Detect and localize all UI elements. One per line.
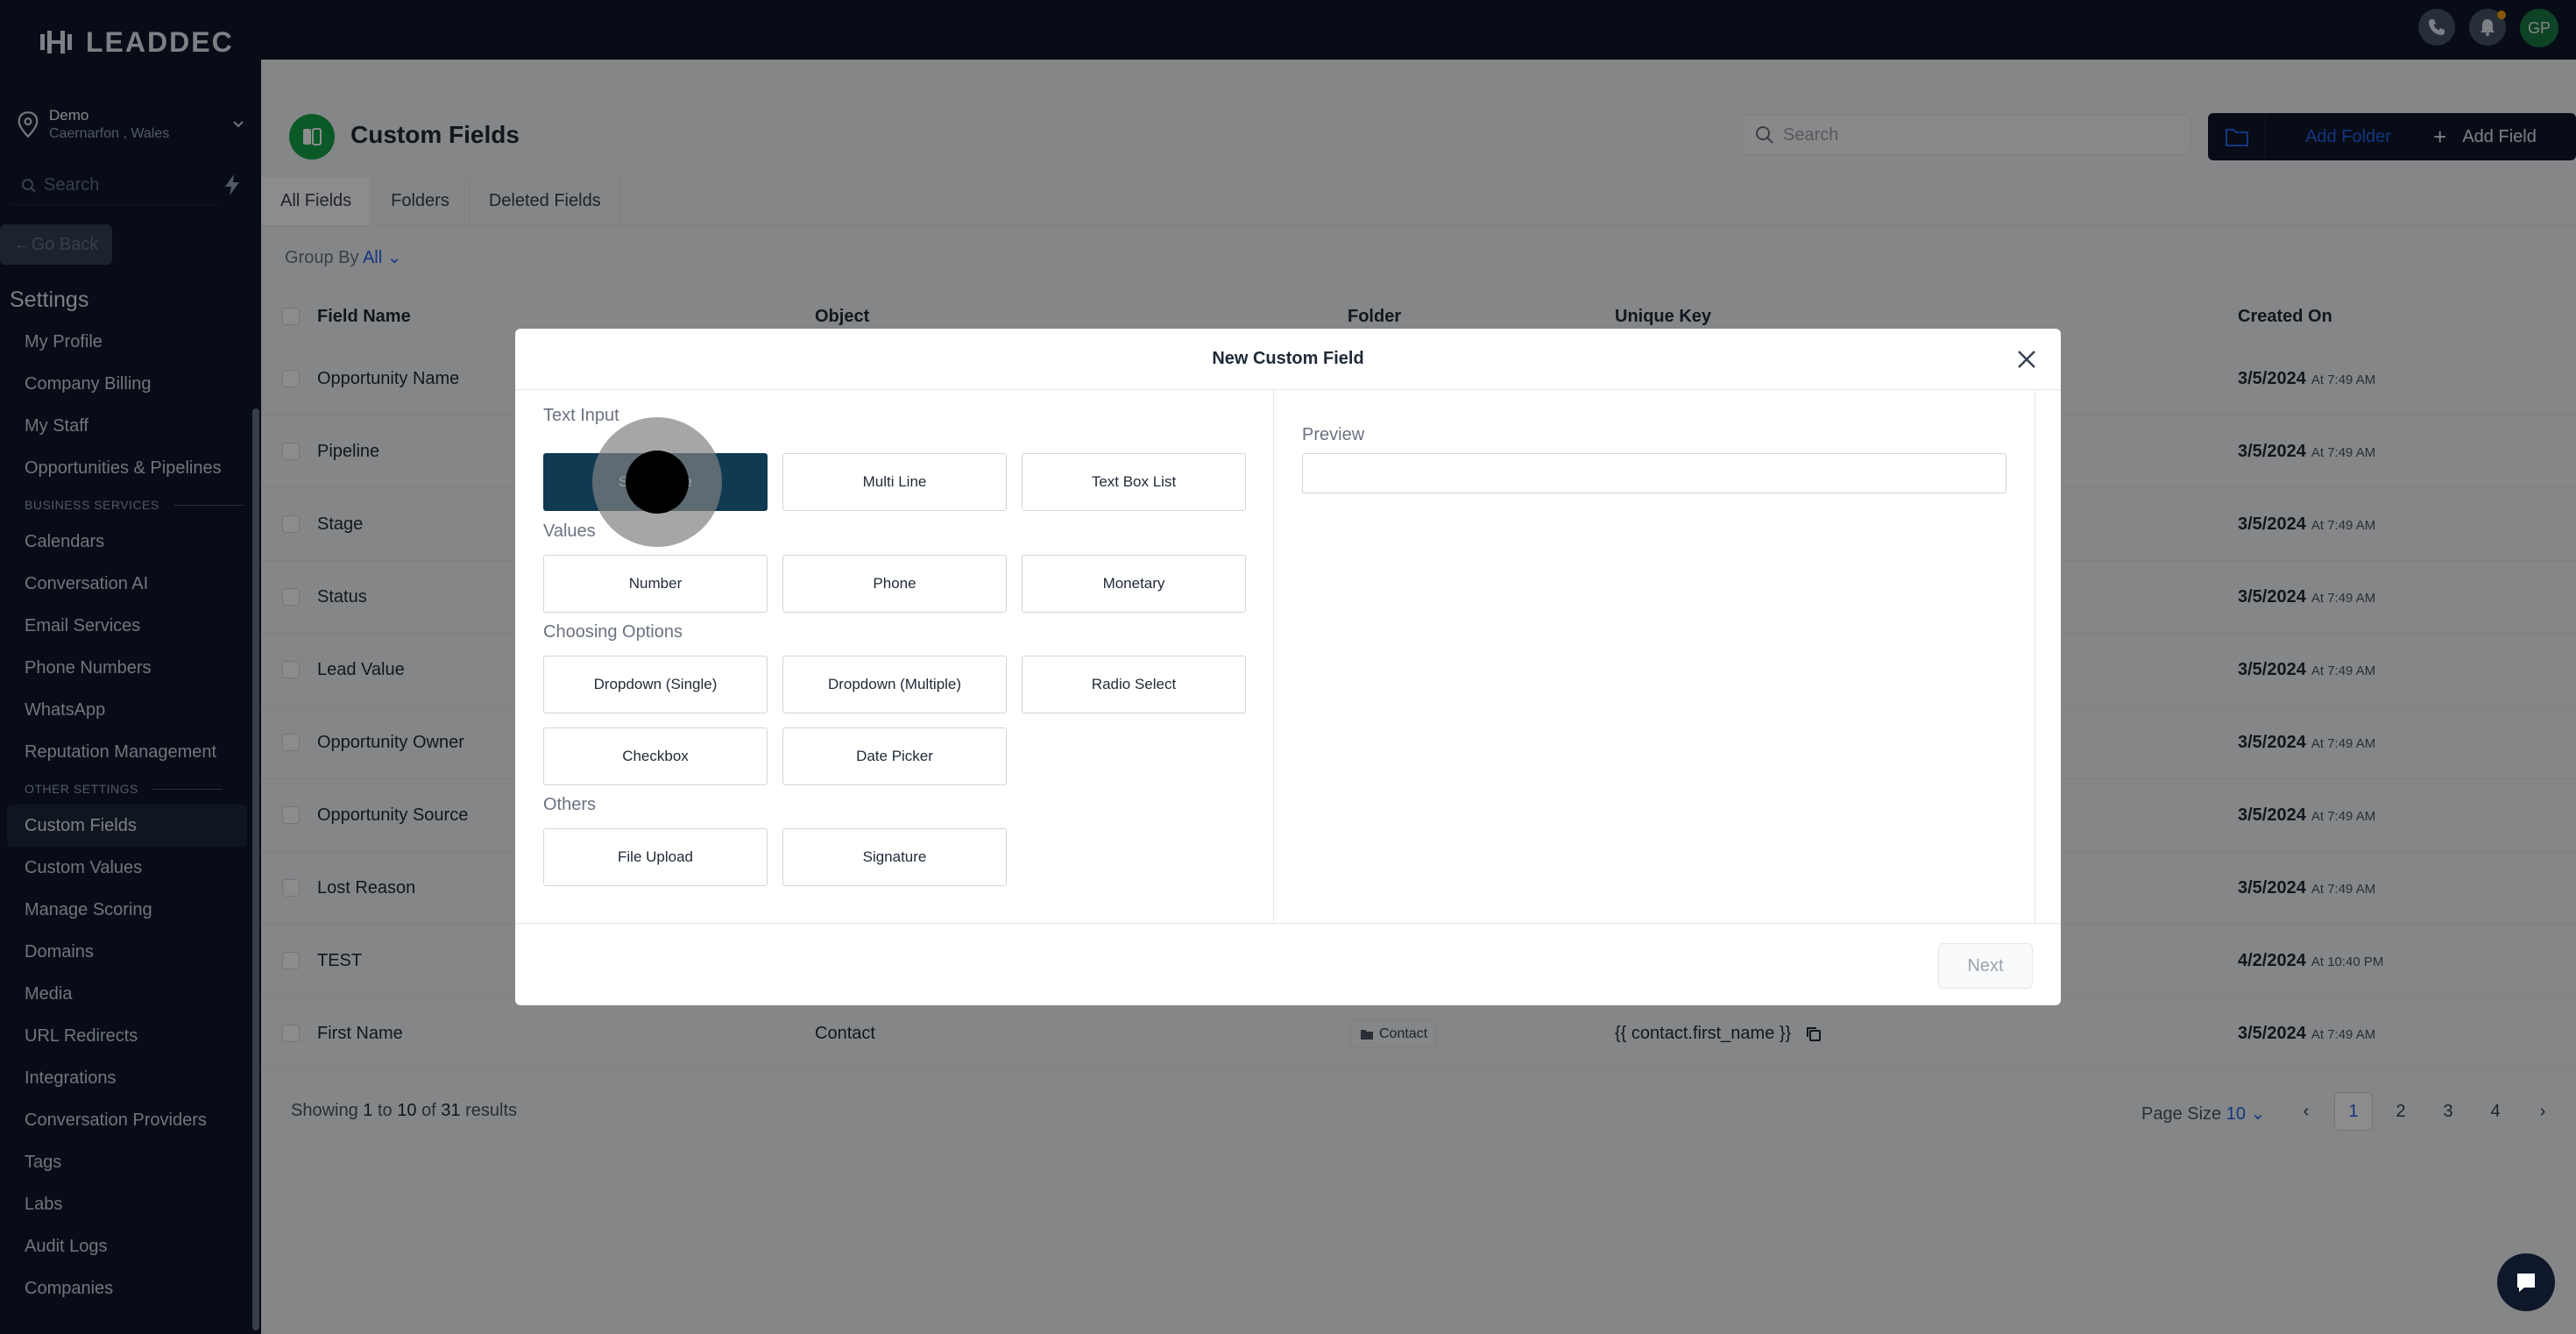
option-date-picker[interactable]: Date Picker — [782, 727, 1007, 785]
option-file-upload[interactable]: File Upload — [543, 828, 768, 886]
preview-panel: Preview — [1274, 390, 2061, 923]
option-radio-select[interactable]: Radio Select — [1022, 656, 1246, 713]
next-button[interactable]: Next — [1938, 943, 2033, 989]
section-others: Others — [543, 795, 597, 814]
chat-icon — [2517, 1274, 2535, 1292]
option-monetary[interactable]: Monetary — [1022, 555, 1246, 613]
chat-widget-button[interactable] — [2497, 1253, 2555, 1311]
click-indicator-dot — [626, 451, 689, 514]
option-checkbox[interactable]: Checkbox — [543, 727, 768, 785]
section-text-input: Text Input — [543, 406, 619, 425]
new-custom-field-modal: New Custom Field Text Input Single Line … — [515, 329, 2061, 1005]
preview-label: Preview — [1302, 425, 1365, 444]
option-phone[interactable]: Phone — [782, 555, 1007, 613]
option-signature[interactable]: Signature — [782, 828, 1007, 886]
option-text-box-list[interactable]: Text Box List — [1022, 453, 1246, 511]
section-values: Values — [543, 522, 596, 541]
modal-footer: Next — [515, 923, 2061, 1005]
option-dropdown-single[interactable]: Dropdown (Single) — [543, 656, 768, 713]
option-multi-line[interactable]: Multi Line — [782, 453, 1007, 511]
close-button[interactable] — [2012, 344, 2042, 374]
section-choosing-options: Choosing Options — [543, 622, 683, 642]
close-icon — [2018, 351, 2035, 368]
modal-title: New Custom Field — [1212, 349, 1364, 368]
option-dropdown-multiple[interactable]: Dropdown (Multiple) — [782, 656, 1007, 713]
modal-header: New Custom Field — [515, 329, 2061, 390]
preview-input[interactable] — [1302, 453, 2006, 493]
option-number[interactable]: Number — [543, 555, 768, 613]
